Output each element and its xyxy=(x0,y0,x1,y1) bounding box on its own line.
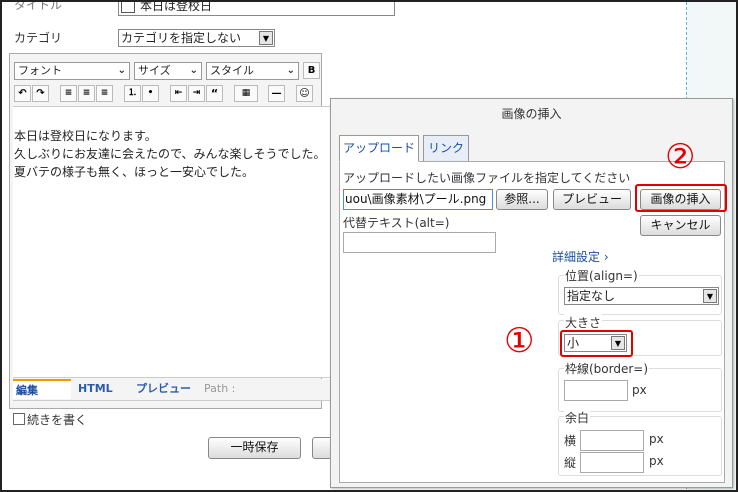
margin-v-input[interactable] xyxy=(580,452,644,473)
content-line: 久しぶりにお友達に会えたので、みんな楽しそうでした。 xyxy=(14,147,326,161)
preview-button[interactable]: プレビュー xyxy=(553,189,631,210)
margin-label: 余白 xyxy=(564,409,591,426)
margin-h-input[interactable] xyxy=(580,430,644,451)
emoticon-icon[interactable]: ☺ xyxy=(296,85,313,102)
font-select-label: フォント xyxy=(18,64,62,77)
border-unit: px xyxy=(632,383,647,397)
size-select[interactable]: サイズ ⌄ xyxy=(134,62,202,80)
tab-edit[interactable]: 編集 xyxy=(13,379,71,399)
cancel-button[interactable]: キャンセル xyxy=(640,215,721,236)
chevron-down-icon: ⌄ xyxy=(189,65,198,76)
dialog-title: 画像の挿入 xyxy=(501,107,562,121)
table-icon[interactable]: ▦ xyxy=(234,85,258,102)
tab-upload[interactable]: アップロード xyxy=(339,135,419,162)
border-input[interactable] xyxy=(564,380,628,401)
margin-h-label: 横 xyxy=(564,434,577,448)
screenshot-frame: タイトル 本日は登校日 カテゴリ カテゴリを指定しない ▼ フォント ⌄ サイズ ⌄… xyxy=(0,0,738,492)
continue-checkbox[interactable] xyxy=(13,413,25,425)
margin-h-unit: px xyxy=(649,432,664,446)
tab-link[interactable]: リンク xyxy=(423,135,469,162)
chevron-down-icon: ▼ xyxy=(259,31,273,45)
tab-preview[interactable]: プレビュー xyxy=(133,379,194,399)
size-select-label: サイズ xyxy=(138,64,171,77)
align-select-value: 指定なし xyxy=(567,289,616,303)
category-label: カテゴリ xyxy=(14,31,63,45)
upload-instruction: アップロードしたい画像ファイルを指定してください xyxy=(343,171,631,185)
align-left-icon[interactable]: ≡ xyxy=(60,85,77,102)
bullet-list-icon[interactable]: • xyxy=(142,85,159,102)
redo-icon[interactable]: ↷ xyxy=(32,85,49,102)
outdent-icon[interactable]: ⇤ xyxy=(170,85,187,102)
style-select-label: スタイル xyxy=(210,64,254,77)
margin-v-label: 縦 xyxy=(564,456,577,470)
title-input[interactable]: 本日は登校日 xyxy=(118,0,395,16)
category-select-value: カテゴリを指定しない xyxy=(121,31,242,45)
editor-text-area[interactable]: 本日は登校日になります。 久しぶりにお友達に会えたので、みんな楽しそうでした。 … xyxy=(13,106,331,378)
title-input-marker xyxy=(121,2,135,13)
temp-save-button[interactable]: 一時保存 xyxy=(208,437,301,459)
alt-label: 代替テキスト(alt=) xyxy=(343,216,450,230)
editor-mode-tabs: 編集 HTML プレビュー Path : xyxy=(13,379,330,401)
margin-v-unit: px xyxy=(649,454,664,468)
numbered-list-icon[interactable]: ⒈ xyxy=(124,85,141,102)
path-label: Path : xyxy=(204,382,236,395)
border-label: 枠線(border=) xyxy=(564,360,650,377)
file-path-input[interactable]: uou\画像素材\プール.png xyxy=(343,189,493,210)
annotation-number-2: ② xyxy=(665,137,696,177)
annotation-highlight-size xyxy=(560,330,633,357)
style-select[interactable]: スタイル ⌄ xyxy=(206,62,299,80)
title-input-value: 本日は登校日 xyxy=(140,0,213,13)
align-right-icon[interactable]: ≡ xyxy=(96,85,113,102)
details-link[interactable]: 詳細設定 › xyxy=(552,248,609,265)
horizontal-rule-icon[interactable]: — xyxy=(268,85,285,102)
chevron-down-icon: ⌄ xyxy=(117,65,126,76)
category-select[interactable]: カテゴリを指定しない ▼ xyxy=(118,29,275,47)
browse-button[interactable]: 参照... xyxy=(496,189,548,210)
continue-label: 続きを書く xyxy=(27,413,88,427)
align-select[interactable]: 指定なし ▼ xyxy=(564,287,719,305)
content-line: 夏バテの様子も無く、ほっと一安心でした。 xyxy=(14,165,255,179)
alt-text-input[interactable] xyxy=(343,232,496,253)
indent-icon[interactable]: ⇥ xyxy=(188,85,205,102)
annotation-highlight-insert xyxy=(635,184,727,212)
chevron-down-icon: ▼ xyxy=(703,289,717,303)
font-select[interactable]: フォント ⌄ xyxy=(14,62,130,80)
content-line: 本日は登校日になります。 xyxy=(14,129,157,143)
publish-button-partial[interactable] xyxy=(312,437,332,459)
title-label: タイトル xyxy=(14,0,63,12)
bold-button[interactable]: B xyxy=(303,62,320,79)
undo-icon[interactable]: ↶ xyxy=(14,85,31,102)
chevron-down-icon: ⌄ xyxy=(286,65,295,76)
annotation-number-1: ① xyxy=(504,321,535,361)
blockquote-icon[interactable]: “ xyxy=(206,85,223,102)
tab-html[interactable]: HTML xyxy=(75,379,116,399)
size-label: 大きさ xyxy=(564,314,603,331)
align-center-icon[interactable]: ≡ xyxy=(78,85,95,102)
details-link-label: 詳細設定 xyxy=(552,250,601,264)
chevron-right-icon: › xyxy=(603,250,609,264)
align-label: 位置(align=) xyxy=(564,267,639,284)
